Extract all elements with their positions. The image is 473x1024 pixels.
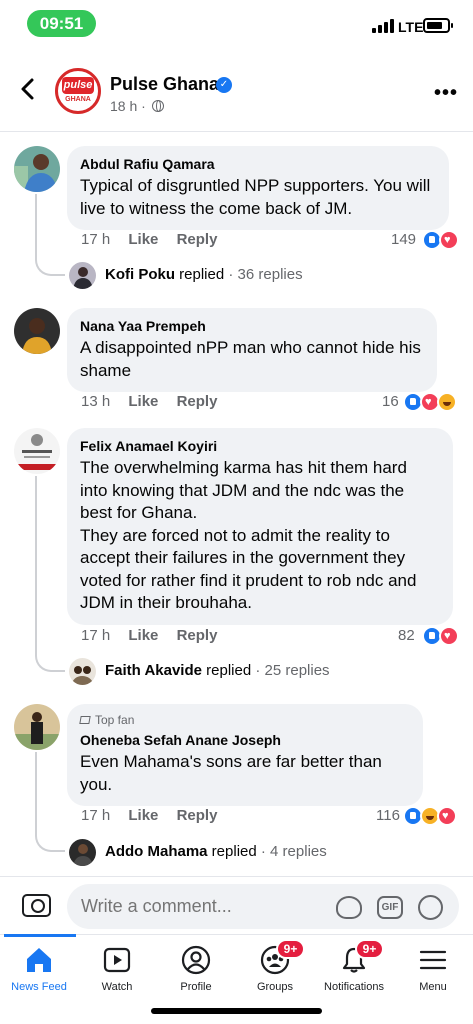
comment-author[interactable]: Nana Yaa Prempeh — [80, 317, 423, 335]
comment-bubble[interactable]: Abdul Rafiu Qamara Typical of disgruntle… — [67, 146, 449, 230]
comment-time: 17 h — [81, 627, 111, 644]
comment-text: A disappointed nPP man who cannot hide h… — [80, 338, 421, 380]
sticker-icon[interactable] — [336, 896, 362, 919]
commenter-avatar[interactable] — [14, 428, 60, 474]
status-bar: 09:51 LTE — [0, 0, 473, 48]
thread-connector — [35, 476, 65, 672]
nav-news-feed[interactable]: News Feed — [0, 934, 78, 997]
nav-groups[interactable]: 9+ Groups — [236, 935, 314, 997]
reply-button[interactable]: Reply — [177, 393, 218, 410]
comment-actions: 17 h Like Reply — [81, 807, 217, 824]
reply-count: · 36 replies — [224, 266, 303, 283]
replier-name: Kofi Poku — [105, 266, 175, 283]
nav-profile[interactable]: Profile — [157, 935, 235, 997]
love-reaction-icon — [439, 626, 459, 646]
nav-label: Groups — [256, 981, 294, 993]
logo-text: pulse — [62, 77, 94, 94]
logo-subtext: GHANA — [65, 96, 91, 103]
replier-name: Addo Mahama — [105, 843, 208, 860]
gif-icon[interactable]: GIF — [377, 896, 403, 919]
signal-icon — [372, 19, 396, 33]
replier-avatar — [69, 839, 96, 866]
more-options-icon[interactable]: ••• — [434, 82, 458, 105]
comment-bubble[interactable]: Nana Yaa Prempeh A disappointed nPP man … — [67, 308, 437, 392]
nav-label: Menu — [419, 981, 447, 993]
reaction-count[interactable]: 16 — [382, 393, 399, 410]
comment-author[interactable]: Abdul Rafiu Qamara — [80, 155, 435, 173]
replied-label: replied — [175, 266, 225, 283]
nav-label: Notifications — [324, 981, 384, 993]
reaction-count[interactable]: 149 — [391, 231, 416, 248]
like-button[interactable]: Like — [128, 807, 158, 824]
nav-label: Profile — [180, 981, 212, 993]
comment-author[interactable]: Oheneba Sefah Anane Joseph — [80, 731, 409, 749]
comment-composer: GIF — [0, 876, 473, 934]
thread-connector — [35, 194, 65, 276]
commenter-avatar[interactable] — [14, 146, 60, 192]
network-label: LTE — [398, 19, 424, 35]
home-indicator — [151, 1008, 322, 1014]
nav-watch[interactable]: Watch — [78, 935, 156, 997]
page-avatar[interactable]: pulse GHANA — [55, 68, 101, 114]
comment-time: 17 h — [81, 231, 111, 248]
comment-bubble[interactable]: Felix Anamael Koyiri The overwhelming ka… — [67, 428, 453, 625]
like-button[interactable]: Like — [128, 393, 158, 410]
reply-button[interactable]: Reply — [177, 807, 218, 824]
reply-button[interactable]: Reply — [177, 627, 218, 644]
replier-avatar — [69, 658, 96, 685]
comment-actions: 13 h Like Reply — [81, 393, 217, 410]
thread-connector — [35, 752, 65, 852]
comment-text: Even Mahama's sons are far better than y… — [80, 752, 382, 794]
post-header: pulse GHANA Pulse Ghana ✓ 18 h · ••• — [0, 60, 473, 132]
comment-time: 13 h — [81, 393, 111, 410]
comment-author[interactable]: Felix Anamael Koyiri — [80, 437, 439, 455]
reaction-count[interactable]: 116 — [376, 807, 400, 824]
replied-label: replied — [201, 662, 252, 679]
top-fan-badge: Top fan — [79, 713, 409, 727]
post-meta: 18 h · — [110, 98, 164, 114]
globe-icon — [151, 100, 164, 112]
nav-menu[interactable]: Menu — [394, 935, 472, 997]
back-arrow-icon[interactable] — [16, 77, 40, 101]
nav-label: News Feed — [11, 981, 67, 993]
love-reaction-icon — [439, 230, 459, 250]
nav-label: Watch — [101, 981, 133, 993]
top-fan-label: Top fan — [95, 713, 135, 727]
notification-badge: 9+ — [276, 939, 305, 959]
like-button[interactable]: Like — [128, 627, 158, 644]
commenter-avatar[interactable] — [14, 704, 60, 750]
profile-icon — [181, 945, 211, 975]
nav-notifications[interactable]: 9+ Notifications — [315, 935, 393, 997]
commenter-avatar[interactable] — [14, 308, 60, 354]
reply-count: · 4 replies — [256, 843, 327, 860]
status-time: 09:51 — [27, 10, 96, 37]
camera-icon[interactable] — [22, 894, 51, 917]
menu-icon — [419, 950, 447, 970]
reaction-count[interactable]: 82 — [398, 627, 415, 644]
battery-icon — [423, 18, 453, 33]
page-name[interactable]: Pulse Ghana — [110, 74, 219, 95]
like-button[interactable]: Like — [128, 231, 158, 248]
verified-badge-icon: ✓ — [216, 77, 232, 93]
home-icon — [27, 948, 51, 972]
diamond-icon — [79, 716, 91, 724]
replier-name: Faith Akavide — [105, 662, 202, 679]
replier-avatar — [69, 262, 96, 289]
reply-button[interactable]: Reply — [177, 231, 218, 248]
emoji-icon[interactable] — [418, 895, 443, 920]
comment-text: Typical of disgruntled NPP supporters. Y… — [80, 176, 431, 218]
comment-actions: 17 h Like Reply — [81, 231, 217, 248]
comment-bubble[interactable]: Top fan Oheneba Sefah Anane Joseph Even … — [67, 704, 423, 806]
haha-reaction-icon — [437, 392, 457, 412]
comment-time: 17 h — [81, 807, 111, 824]
notification-badge: 9+ — [355, 939, 384, 959]
video-icon — [103, 947, 131, 973]
comment-text: The overwhelming karma has hit them hard… — [80, 458, 417, 612]
replied-label: replied — [207, 843, 257, 860]
love-reaction-icon — [437, 806, 457, 826]
reply-count: · 25 replies — [251, 662, 330, 679]
post-time: 18 h · — [110, 98, 146, 114]
comment-actions: 17 h Like Reply — [81, 627, 217, 644]
